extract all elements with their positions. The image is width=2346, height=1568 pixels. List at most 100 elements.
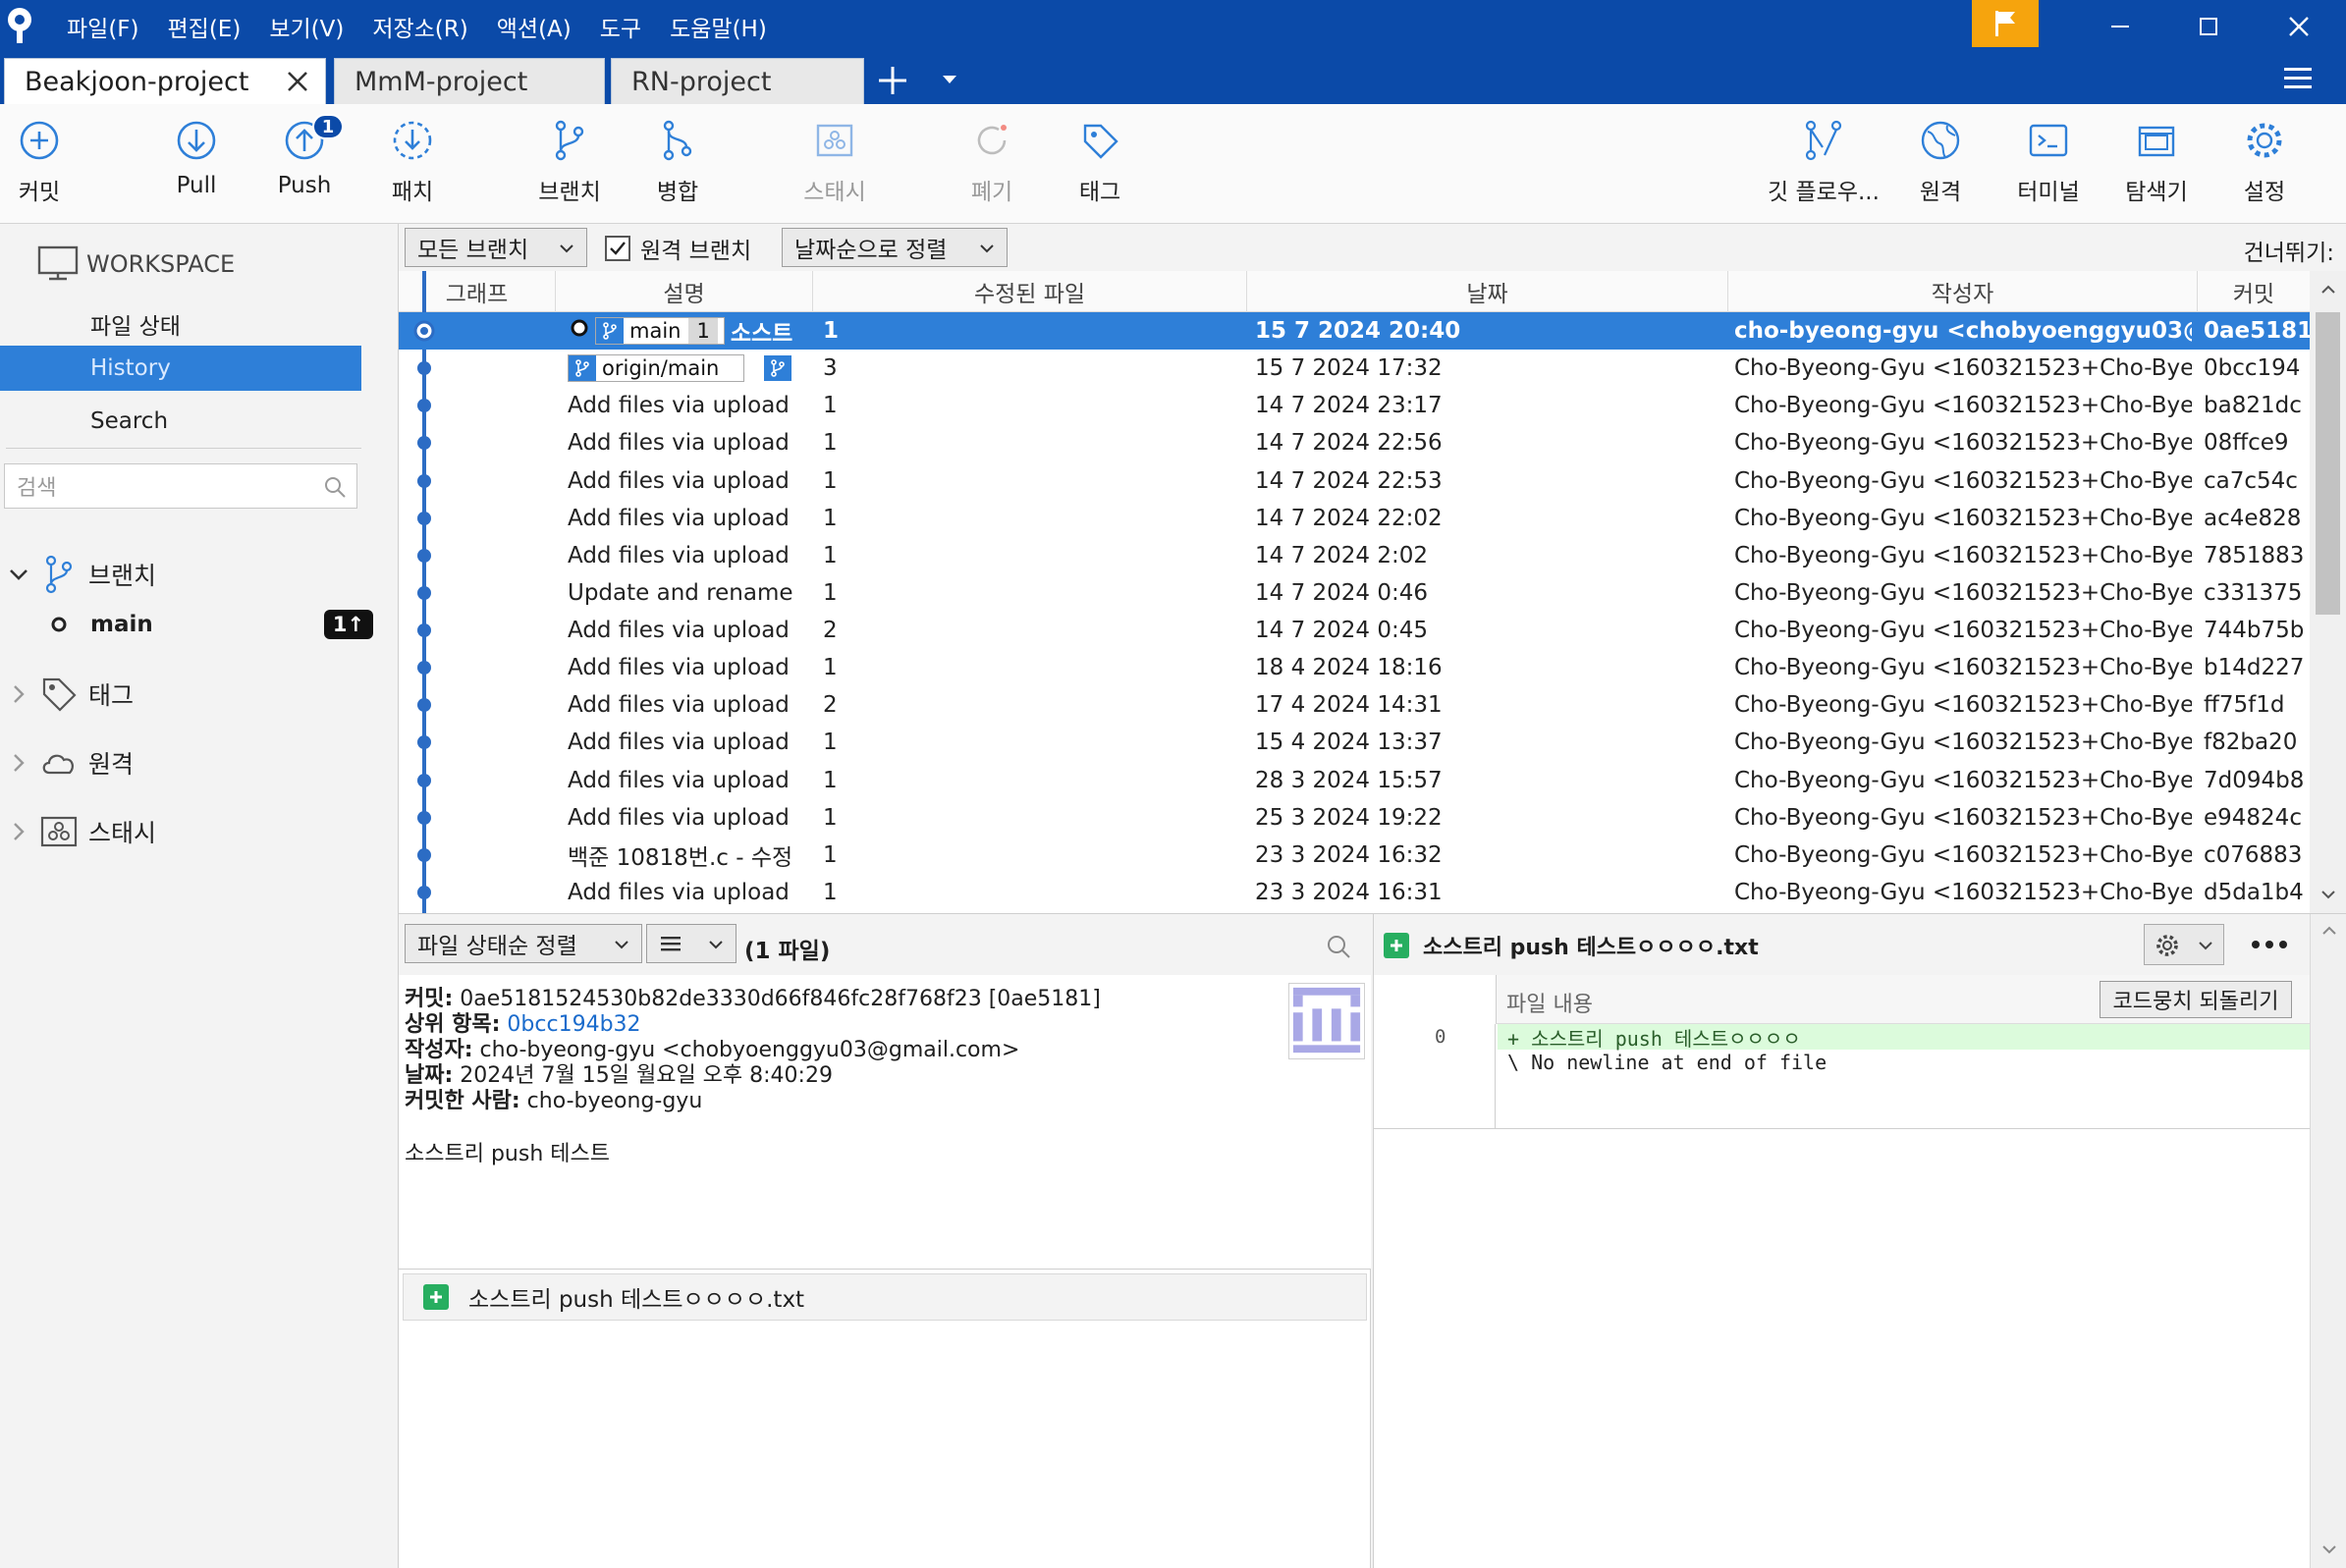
table-row[interactable]: Add files via upload 2 17 4 2024 14:31 Cho-… bbox=[399, 686, 2310, 724]
column-header-commit[interactable]: 커밋 bbox=[2198, 271, 2310, 312]
terminal-button[interactable]: 터미널 bbox=[1990, 118, 2107, 206]
commit-file-count: 1 bbox=[823, 767, 838, 793]
diff-scrollbar[interactable] bbox=[2310, 914, 2346, 1568]
commit-list-scrollbar[interactable] bbox=[2310, 271, 2346, 913]
sidebar-section-tags[interactable]: 태그 bbox=[0, 672, 134, 717]
menu-repository[interactable]: 저장소(R) bbox=[372, 10, 467, 43]
branch-ref-label[interactable]: origin/main bbox=[568, 354, 744, 383]
commit-history-table: 그래프 설명 수정된 파일 날짜 작성자 커밋 main 1 소스트 1 15 7 20… bbox=[399, 271, 2346, 914]
sidebar-item-history[interactable]: History bbox=[0, 346, 361, 391]
remote-button[interactable]: 원격 bbox=[1882, 118, 1999, 206]
commit-author: Cho-Byeong-Gyu <160321523+Cho-Byeo bbox=[1734, 467, 2192, 494]
flag-button[interactable] bbox=[1972, 0, 2039, 47]
menu-help[interactable]: 도움말(H) bbox=[670, 10, 767, 43]
menu-file[interactable]: 파일(F) bbox=[67, 10, 139, 43]
tab-dropdown-icon[interactable] bbox=[938, 70, 961, 89]
remote-branches-checkbox[interactable]: 원격 브랜치 bbox=[605, 232, 751, 265]
revert-hunk-button[interactable]: 코드뭉치 되돌리기 bbox=[2100, 981, 2292, 1018]
tab-rn-project[interactable]: RN-project bbox=[611, 58, 864, 104]
checkbox-box[interactable] bbox=[605, 236, 630, 261]
table-row[interactable]: Add files via upload 1 14 7 2024 22:56 Cho-… bbox=[399, 424, 2310, 461]
scroll-down-icon[interactable] bbox=[2320, 1542, 2338, 1556]
explorer-button[interactable]: 탐색기 bbox=[2098, 118, 2215, 206]
sidebar-search-input[interactable]: 검색 bbox=[4, 463, 357, 509]
git-flow-button[interactable]: 깃 플로우... bbox=[1760, 118, 1887, 206]
table-row[interactable]: Update and rename 1 14 7 2024 0:46 Cho-Byeo… bbox=[399, 574, 2310, 612]
commit-description: Add files via upload bbox=[568, 500, 807, 537]
more-options-icon[interactable] bbox=[2248, 930, 2291, 959]
table-row[interactable]: Add files via upload 1 28 3 2024 15:57 Cho-… bbox=[399, 762, 2310, 799]
menu-actions[interactable]: 액션(A) bbox=[497, 10, 572, 43]
sidebar-section-remotes[interactable]: 원격 bbox=[0, 740, 134, 785]
branch-button[interactable]: 브랜치 bbox=[511, 118, 628, 206]
table-row[interactable]: Add files via upload 1 14 7 2024 22:53 Cho-… bbox=[399, 462, 2310, 500]
pull-button[interactable]: Pull bbox=[137, 118, 255, 198]
table-row[interactable]: 백준 10818번.c - 수정 1 23 3 2024 16:32 Cho-Byeo… bbox=[399, 837, 2310, 874]
commit-author: Cho-Byeong-Gyu <160321523+Cho-Byeo bbox=[1734, 505, 2192, 531]
sidebar-section-stashes[interactable]: 스태시 bbox=[0, 809, 156, 854]
commit-date: 14 7 2024 0:46 bbox=[1255, 579, 1429, 606]
menu-tools[interactable]: 도구 bbox=[600, 10, 641, 43]
menu-view[interactable]: 보기(V) bbox=[269, 10, 344, 43]
scroll-down-icon[interactable] bbox=[2319, 888, 2337, 901]
sidebar-item-search[interactable]: Search bbox=[0, 399, 361, 444]
column-header-description[interactable]: 설명 bbox=[556, 271, 813, 312]
stash-button[interactable]: 스태시 bbox=[776, 118, 894, 206]
new-tab-icon[interactable] bbox=[874, 62, 911, 99]
diff-options-button[interactable] bbox=[2144, 924, 2224, 965]
table-row[interactable]: Add files via upload 1 14 7 2024 22:02 Cho-… bbox=[399, 500, 2310, 537]
minimize-button[interactable] bbox=[2084, 0, 2156, 52]
sidebar-branch-main[interactable]: main 1↑ bbox=[49, 605, 373, 644]
branch-ref-label[interactable]: main 1 bbox=[595, 317, 725, 345]
changed-file-item[interactable]: 소스트리 push 테스트ㅇㅇㅇㅇ.txt bbox=[403, 1273, 1367, 1321]
view-mode-dropdown[interactable] bbox=[646, 924, 737, 963]
table-row[interactable]: Add files via upload 1 25 3 2024 19:22 Cho-… bbox=[399, 799, 2310, 837]
commit-file-count: 1 bbox=[823, 804, 838, 831]
chevron-right-icon bbox=[14, 754, 25, 772]
file-sort-dropdown[interactable]: 파일 상태순 정렬 bbox=[405, 924, 642, 963]
tab-beakjoon-project[interactable]: Beakjoon-project bbox=[4, 58, 326, 104]
search-icon[interactable] bbox=[1326, 934, 1351, 959]
table-row[interactable]: origin/main 3 15 7 2024 17:32 Cho-Byeong-Gy… bbox=[399, 350, 2310, 387]
sidebar-section-branches[interactable]: 브랜치 bbox=[0, 552, 156, 597]
commit-date: 14 7 2024 22:56 bbox=[1255, 430, 1443, 457]
tab-mmm-project[interactable]: MmM-project bbox=[334, 58, 605, 104]
branch-icon bbox=[45, 555, 73, 594]
table-row[interactable]: Add files via upload 1 18 4 2024 18:16 Cho-… bbox=[399, 649, 2310, 686]
diff-added-line[interactable]: + 소스트리 push 테스트ㅇㅇㅇㅇ bbox=[1498, 1024, 2311, 1051]
commit-date: 15 7 2024 17:32 bbox=[1255, 355, 1443, 382]
commit-message: Add files via upload bbox=[568, 505, 790, 531]
push-button[interactable]: 1 Push bbox=[246, 114, 363, 198]
commit-message: Add files via upload bbox=[568, 655, 790, 681]
merge-button[interactable]: 병합 bbox=[619, 118, 737, 206]
table-row[interactable]: Add files via upload 1 14 7 2024 23:17 Cho-… bbox=[399, 387, 2310, 424]
commit-button[interactable]: 커밋 bbox=[0, 118, 98, 206]
hamburger-menu-icon[interactable] bbox=[2278, 62, 2318, 95]
column-header-author[interactable]: 작성자 bbox=[1728, 271, 2198, 312]
sidebar-item-file-status[interactable]: 파일 상태 bbox=[0, 301, 361, 347]
table-row[interactable]: Add files via upload 1 15 4 2024 13:37 Cho-… bbox=[399, 724, 2310, 761]
column-header-date[interactable]: 날짜 bbox=[1247, 271, 1728, 312]
commit-author: Cho-Byeong-Gyu <160321523+Cho-Byeo bbox=[1734, 692, 2192, 719]
commit-date: 18 4 2024 18:16 bbox=[1255, 655, 1443, 681]
menu-edit[interactable]: 편집(E) bbox=[168, 10, 242, 43]
commit-description: Add files via upload bbox=[568, 462, 807, 500]
scroll-up-icon[interactable] bbox=[2320, 924, 2338, 938]
close-tab-icon[interactable] bbox=[284, 68, 311, 95]
table-row[interactable]: Add files via upload 1 23 3 2024 16:31 Cho-… bbox=[399, 874, 2310, 911]
column-header-files[interactable]: 수정된 파일 bbox=[813, 271, 1247, 312]
maximize-button[interactable] bbox=[2172, 0, 2245, 52]
scroll-up-icon[interactable] bbox=[2319, 283, 2337, 297]
close-window-button[interactable] bbox=[2263, 0, 2335, 52]
settings-button[interactable]: 설정 bbox=[2206, 118, 2323, 206]
table-row[interactable]: Add files via upload 2 14 7 2024 0:45 Cho-B… bbox=[399, 612, 2310, 649]
scrollbar-thumb[interactable] bbox=[2316, 312, 2340, 615]
discard-button[interactable]: 폐기 bbox=[933, 118, 1051, 206]
commit-file-count: 1 bbox=[823, 841, 838, 868]
table-row[interactable]: Add files via upload 1 14 7 2024 2:02 Cho-B… bbox=[399, 537, 2310, 574]
tag-button[interactable]: 태그 bbox=[1041, 118, 1159, 206]
table-row[interactable]: main 1 소스트 1 15 7 2024 20:40 cho-byeong-gyu <… bbox=[399, 312, 2310, 350]
branch-filter-dropdown[interactable]: 모든 브랜치 bbox=[405, 228, 587, 267]
fetch-button[interactable]: 패치 bbox=[354, 118, 471, 206]
sort-order-dropdown[interactable]: 날짜순으로 정렬 bbox=[782, 228, 1008, 267]
